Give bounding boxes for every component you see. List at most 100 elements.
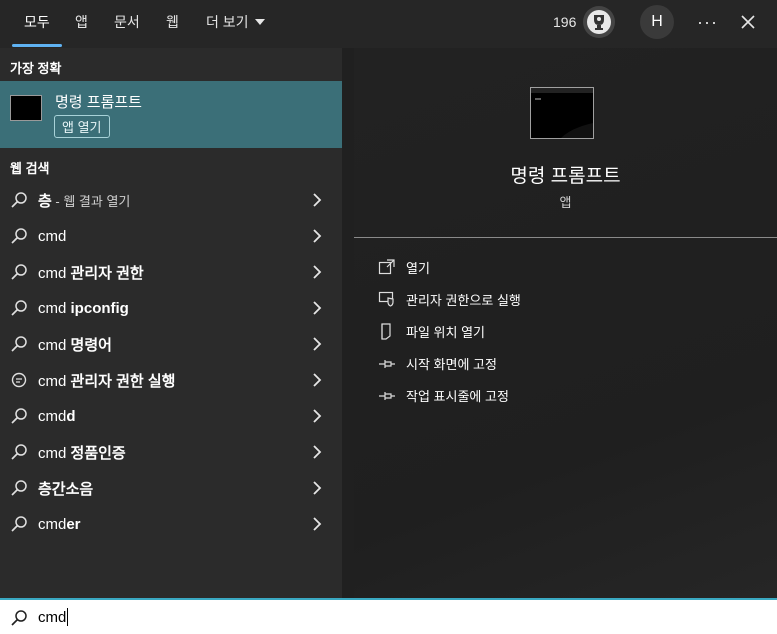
search-suggestion-row[interactable]: cmd 명령어 bbox=[0, 326, 342, 362]
action-run-as-admin[interactable]: 관리자 권한으로 실행 bbox=[378, 287, 521, 311]
text-caret bbox=[67, 608, 68, 626]
tab-all[interactable]: 모두 bbox=[24, 12, 50, 36]
action-open-file-location-label: 파일 위치 열기 bbox=[406, 324, 485, 340]
active-tab-indicator bbox=[12, 44, 62, 47]
tab-documents[interactable]: 문서 bbox=[114, 12, 140, 36]
suggestion-prefix: cmd bbox=[38, 336, 71, 354]
search-suggestion-row[interactable]: 층간소음 bbox=[0, 470, 342, 506]
search-suggestion-row[interactable]: cmd 정품인증 bbox=[0, 434, 342, 470]
search-suggestion-row[interactable]: 층 - 웹 결과 열기 bbox=[0, 182, 342, 218]
tab-web[interactable]: 웹 bbox=[166, 12, 179, 36]
search-icon bbox=[10, 443, 28, 461]
search-suggestion-text: cmd 관리자 권한 bbox=[38, 262, 144, 283]
search-suggestion-text: cmdd bbox=[38, 408, 76, 425]
detail-pane: 명령 프롬프트 앱 열기 관리자 권한으로 실행 파일 위치 열기 시작 화면에… bbox=[354, 48, 777, 598]
rewards-points[interactable]: 196 bbox=[553, 0, 576, 44]
best-match-item[interactable]: 명령 프롬프트 앱 열기 bbox=[0, 81, 342, 148]
caret-down-icon bbox=[254, 19, 265, 26]
tab-more-label: 더 보기 bbox=[206, 14, 249, 30]
chevron-right-icon[interactable] bbox=[310, 481, 324, 495]
search-suggestion-text: 층간소음 bbox=[38, 478, 93, 499]
search-suggestion-row[interactable]: cmder bbox=[0, 506, 342, 542]
search-suggestion-text: cmd ipconfig bbox=[38, 300, 129, 317]
tab-more[interactable]: 더 보기 bbox=[206, 12, 265, 36]
suggestion-prefix: cmd bbox=[38, 227, 67, 245]
chevron-right-icon[interactable] bbox=[310, 517, 324, 531]
chevron-right-icon[interactable] bbox=[310, 193, 324, 207]
suggestion-completion: 정품인증 bbox=[70, 444, 126, 462]
command-prompt-icon bbox=[10, 95, 42, 121]
search-suggestion-text: cmd 명령어 bbox=[38, 334, 112, 355]
search-icon bbox=[10, 191, 28, 209]
search-icon bbox=[10, 407, 28, 425]
more-options-button[interactable]: ··· bbox=[697, 0, 718, 44]
open-icon bbox=[378, 259, 395, 275]
action-run-as-admin-label: 관리자 권한으로 실행 bbox=[406, 292, 521, 308]
search-suggestion-text: cmd 정품인증 bbox=[38, 442, 126, 463]
rewards-trophy-icon[interactable] bbox=[583, 6, 615, 38]
search-suggestion-text: cmd 관리자 권한 실행 bbox=[38, 370, 175, 391]
suggestion-prefix: cmd bbox=[38, 407, 67, 425]
search-icon bbox=[10, 515, 28, 533]
best-match-name: 명령 프롬프트 bbox=[55, 94, 142, 111]
search-suggestion-row[interactable]: cmdd bbox=[0, 398, 342, 434]
action-pin-to-taskbar[interactable]: 작업 표시줄에 고정 bbox=[378, 383, 509, 407]
action-open[interactable]: 열기 bbox=[378, 255, 430, 279]
search-suggestion-row[interactable]: cmd 관리자 권한 실행 bbox=[0, 362, 342, 398]
search-icon bbox=[10, 227, 28, 245]
suggestion-completion: 관리자 권한 실행 bbox=[70, 372, 176, 390]
suggestion-prefix: cmd bbox=[38, 299, 71, 317]
tab-apps[interactable]: 앱 bbox=[75, 12, 88, 36]
search-suggestion-row[interactable]: cmd ipconfig bbox=[0, 290, 342, 326]
search-icon bbox=[10, 299, 28, 317]
chevron-right-icon[interactable] bbox=[310, 265, 324, 279]
search-icon bbox=[10, 479, 28, 497]
search-suggestion-text: cmder bbox=[38, 516, 81, 533]
web-search-heading: 웹 검색 bbox=[10, 161, 50, 176]
search-input[interactable] bbox=[38, 605, 638, 629]
action-open-label: 열기 bbox=[406, 260, 430, 276]
pane-divider bbox=[342, 48, 354, 598]
suggestion-completion: ipconfig bbox=[70, 299, 129, 317]
suggestion-completion: 층 bbox=[38, 192, 52, 210]
search-icon bbox=[11, 610, 27, 626]
open-app-button[interactable]: 앱 열기 bbox=[54, 115, 110, 138]
chevron-right-icon[interactable] bbox=[310, 445, 324, 459]
search-suggestion-row[interactable]: cmd bbox=[0, 218, 342, 254]
detail-app-title: 명령 프롬프트 bbox=[510, 166, 621, 187]
suggestion-completion: 관리자 권한 bbox=[70, 264, 144, 282]
chevron-right-icon[interactable] bbox=[310, 337, 324, 351]
search-suggestion-row[interactable]: cmd 관리자 권한 bbox=[0, 254, 342, 290]
action-pin-to-taskbar-label: 작업 표시줄에 고정 bbox=[406, 388, 509, 404]
chevron-right-icon[interactable] bbox=[310, 229, 324, 243]
file-icon bbox=[381, 323, 391, 340]
search-icon bbox=[10, 335, 28, 353]
chevron-right-icon[interactable] bbox=[310, 409, 324, 423]
action-pin-to-start[interactable]: 시작 화면에 고정 bbox=[378, 351, 497, 375]
chevron-right-icon[interactable] bbox=[310, 301, 324, 315]
command-prompt-large-icon bbox=[530, 87, 594, 139]
best-match-heading: 가장 정확 bbox=[10, 61, 62, 76]
detail-divider bbox=[354, 237, 777, 238]
search-suggestion-text: 층 - 웹 결과 열기 bbox=[38, 190, 130, 211]
suggestion-hint: - 웹 결과 열기 bbox=[51, 193, 131, 209]
suggestion-completion: d bbox=[66, 407, 76, 425]
suggestion-completion: 명령어 bbox=[70, 336, 112, 354]
suggestion-prefix: cmd bbox=[38, 264, 71, 282]
results-pane: 가장 정확 명령 프롬프트 앱 열기 웹 검색 층 - 웹 결과 열기 cmd cm… bbox=[0, 48, 342, 598]
pin-icon bbox=[379, 392, 395, 400]
top-bar: 모두 앱 문서 웹 더 보기 196 H ··· bbox=[0, 0, 777, 48]
chevron-right-icon[interactable] bbox=[310, 373, 324, 387]
suggestion-prefix: cmd bbox=[38, 515, 67, 533]
close-button[interactable] bbox=[740, 0, 756, 44]
close-icon bbox=[741, 15, 755, 29]
suggestion-completion: er bbox=[66, 515, 81, 533]
action-open-file-location[interactable]: 파일 위치 열기 bbox=[378, 319, 485, 343]
search-suggestion-text: cmd bbox=[38, 228, 66, 245]
search-bar bbox=[0, 598, 777, 634]
suggestion-prefix: cmd bbox=[38, 372, 71, 390]
suggestion-completion: 층간소음 bbox=[38, 480, 94, 498]
avatar[interactable]: H bbox=[640, 5, 674, 39]
suggestion-prefix: cmd bbox=[38, 444, 71, 462]
detail-app-type: 앱 bbox=[559, 195, 572, 210]
